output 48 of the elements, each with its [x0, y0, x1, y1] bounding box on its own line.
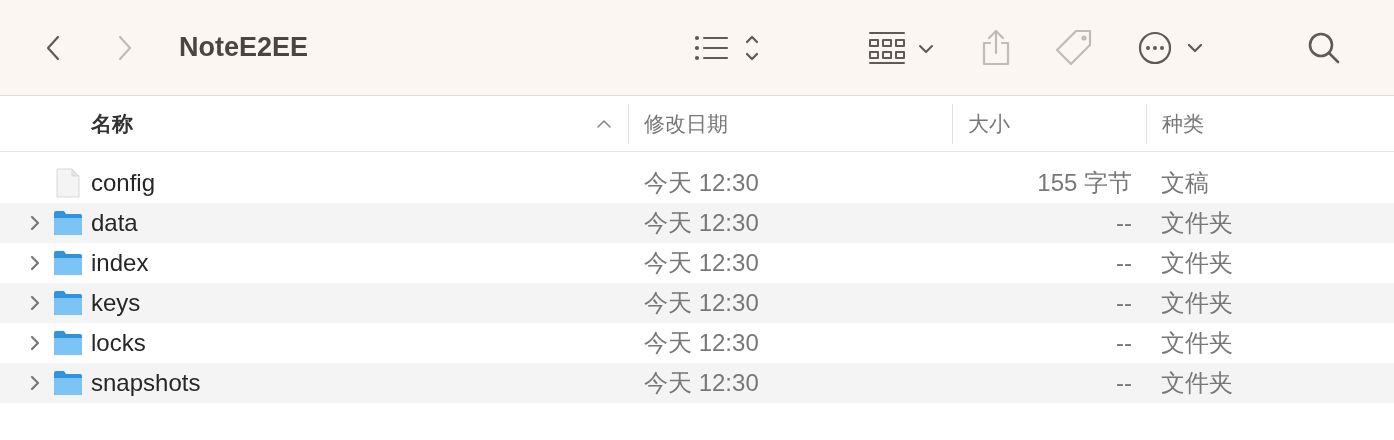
folder-icon	[53, 370, 83, 396]
file-name: locks	[91, 328, 146, 358]
file-row[interactable]: keys 今天 12:30 -- 文件夹	[0, 283, 1394, 323]
folder-icon	[53, 210, 83, 236]
back-icon	[46, 34, 60, 61]
disclosure-icon[interactable]	[30, 375, 40, 391]
file-size: --	[1116, 368, 1132, 398]
file-name: index	[91, 248, 149, 278]
modified-date: 今天 12:30	[644, 169, 759, 196]
file-kind: 文件夹	[1161, 249, 1233, 276]
file-kind: 文件夹	[1161, 329, 1233, 356]
document-icon	[55, 168, 81, 198]
file-name: keys	[91, 288, 141, 318]
file-kind: 文件夹	[1161, 289, 1233, 316]
file-row[interactable]: snapshots 今天 12:30 -- 文件夹	[0, 363, 1394, 403]
folder-icon	[53, 330, 83, 356]
file-size: --	[1116, 288, 1132, 318]
file-name: config	[91, 168, 156, 198]
disclosure-icon[interactable]	[30, 335, 40, 351]
modified-date: 今天 12:30	[644, 289, 759, 316]
file-size: --	[1116, 248, 1132, 278]
search-icon	[1307, 30, 1342, 65]
modified-date: 今天 12:30	[644, 369, 759, 396]
window-title: NoteE2EE	[179, 31, 309, 65]
disclosure-icon[interactable]	[30, 215, 40, 231]
modified-date: 今天 12:30	[644, 329, 759, 356]
file-kind: 文稿	[1161, 169, 1209, 196]
folder-icon	[53, 290, 83, 316]
file-name: snapshots	[91, 368, 201, 398]
file-name: data	[91, 208, 138, 238]
file-size: 155 字节	[1037, 168, 1132, 198]
folder-icon	[53, 250, 83, 276]
modified-date: 今天 12:30	[644, 209, 759, 236]
file-kind: 文件夹	[1161, 209, 1233, 236]
disclosure-icon[interactable]	[30, 255, 40, 271]
modified-date: 今天 12:30	[644, 249, 759, 276]
disclosure-icon[interactable]	[30, 295, 40, 311]
file-size: --	[1116, 328, 1132, 358]
column-header[interactable]: 种类	[1162, 107, 1204, 140]
file-kind: 文件夹	[1161, 369, 1233, 396]
column-header[interactable]: 修改日期	[644, 107, 728, 140]
file-row[interactable]: data 今天 12:30 -- 文件夹	[0, 203, 1394, 243]
column-header[interactable]: 名称	[91, 107, 133, 140]
file-size: --	[1116, 208, 1132, 238]
search-button[interactable]	[1307, 30, 1342, 65]
column-header[interactable]: 大小	[968, 107, 1010, 140]
forward-icon	[118, 34, 132, 61]
back-button[interactable]	[44, 34, 62, 61]
